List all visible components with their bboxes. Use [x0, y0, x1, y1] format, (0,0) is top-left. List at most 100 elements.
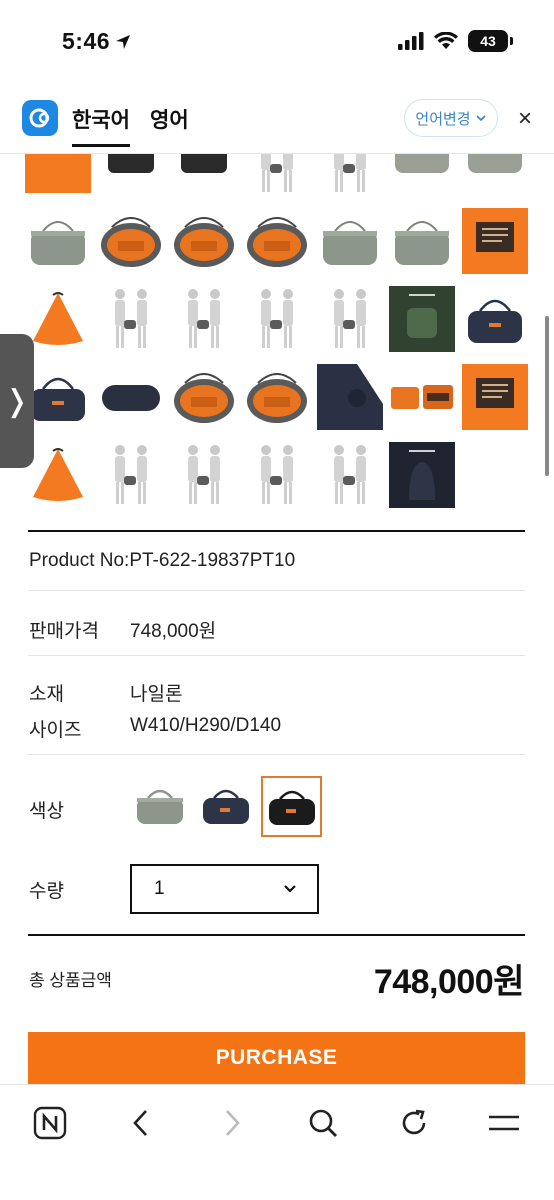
product-thumbnail[interactable]: [168, 202, 241, 280]
thumbnail-image: [317, 154, 383, 196]
color-option-gray[interactable]: [132, 778, 188, 834]
thumbnail-image: [25, 442, 91, 508]
product-thumbnail[interactable]: [95, 202, 168, 280]
battery-icon: 43: [468, 30, 513, 52]
tab-english[interactable]: 영어: [150, 104, 189, 134]
product-thumbnail[interactable]: [240, 280, 313, 358]
divider: [28, 655, 525, 656]
product-thumbnail[interactable]: [459, 280, 532, 358]
back-button[interactable]: [119, 1101, 163, 1145]
thumbnail-image: [317, 208, 383, 274]
price-label: 판매가격: [29, 621, 99, 642]
thumbnail-image: [389, 364, 455, 430]
product-thumbnail[interactable]: [240, 154, 313, 202]
thumbnail-row: [22, 358, 532, 436]
translate-logo-icon: [22, 100, 58, 136]
product-thumbnail[interactable]: [386, 358, 459, 436]
thumbnail-image: [462, 286, 528, 352]
quantity-select[interactable]: 1: [130, 864, 319, 914]
translate-bar: 한국어 영어 언어변경 ×: [0, 86, 554, 154]
color-label: 색상: [29, 801, 64, 822]
product-thumbnail[interactable]: [459, 154, 532, 202]
total-value: 748,000원: [373, 963, 525, 1001]
bag-icon: [268, 790, 315, 825]
thumbnail-image: [25, 208, 91, 274]
product-thumbnail[interactable]: [313, 202, 386, 280]
product-thumbnail[interactable]: [313, 280, 386, 358]
chevron-down-icon: [476, 115, 486, 122]
product-thumbnail[interactable]: [168, 358, 241, 436]
chevron-right-icon: ❭: [4, 384, 30, 418]
thumbnail-image: [25, 154, 92, 196]
product-thumbnail[interactable]: [240, 358, 313, 436]
product-thumbnail[interactable]: [95, 154, 168, 202]
thumbnail-image: [244, 208, 310, 274]
scroll-indicator[interactable]: [545, 316, 549, 476]
forward-button[interactable]: [210, 1101, 254, 1145]
product-thumbnail[interactable]: [240, 202, 313, 280]
product-thumbnail[interactable]: [168, 280, 241, 358]
change-language-button[interactable]: 언어변경: [404, 99, 498, 137]
bag-icon: [137, 789, 183, 824]
thumbnail-image: [462, 154, 528, 196]
divider: [28, 754, 525, 755]
thumbnail-image: [171, 442, 237, 508]
thumbnail-image: [244, 364, 310, 430]
thumbnail-image: [462, 364, 529, 430]
chevron-left-icon: [133, 1110, 147, 1136]
product-thumbnail[interactable]: [22, 154, 95, 202]
quantity-value: 1: [154, 878, 165, 899]
chevron-right-icon: [226, 1110, 240, 1136]
thumbnail-image: [316, 364, 383, 430]
thumbnail-image: [25, 286, 91, 352]
purchase-button[interactable]: PURCHASE: [28, 1032, 525, 1084]
product-thumbnail[interactable]: [240, 436, 313, 514]
product-thumbnail[interactable]: [386, 436, 459, 514]
material-value: 나일론: [130, 684, 183, 705]
product-thumbnail[interactable]: [313, 154, 386, 202]
thumbnail-image: [389, 154, 455, 196]
product-thumbnail[interactable]: [95, 358, 168, 436]
browser-toolbar: [0, 1084, 554, 1200]
product-thumbnail[interactable]: [313, 358, 386, 436]
thumbnail-image: [171, 208, 237, 274]
product-thumbnail[interactable]: [168, 436, 241, 514]
status-bar: 5:46 43: [0, 0, 554, 86]
product-thumbnail[interactable]: [459, 358, 532, 436]
product-thumbnail[interactable]: [95, 280, 168, 358]
tab-korean[interactable]: 한국어: [72, 104, 130, 147]
search-icon: [309, 1109, 337, 1137]
side-panel-tab[interactable]: ❭: [0, 334, 34, 468]
thumbnail-image: [317, 442, 383, 508]
close-button[interactable]: ×: [512, 106, 538, 132]
product-thumbnail[interactable]: [168, 154, 241, 202]
status-time: 5:46: [62, 28, 132, 55]
thumbnail-image: [317, 286, 383, 352]
product-thumbnail[interactable]: [386, 280, 459, 358]
total-label: 총 상품금액: [29, 971, 112, 990]
search-button[interactable]: [301, 1101, 345, 1145]
thumbnail-image: [244, 286, 310, 352]
material-label: 소재: [29, 684, 64, 705]
thumbnail-row: [22, 154, 532, 202]
product-thumbnail[interactable]: [95, 436, 168, 514]
bag-icon: [203, 789, 249, 824]
chevron-down-icon: [284, 885, 296, 893]
thumbnail-image: [389, 208, 455, 274]
thumbnail-image: [389, 442, 456, 508]
menu-button[interactable]: [482, 1101, 526, 1145]
thumbnail-row: [22, 436, 532, 514]
thumbnail-image: [244, 442, 310, 508]
product-thumbnail[interactable]: [386, 154, 459, 202]
product-thumbnail[interactable]: [313, 436, 386, 514]
naver-home-button[interactable]: [28, 1101, 72, 1145]
color-option-black[interactable]: [261, 776, 322, 837]
thumbnail-image: [171, 286, 237, 352]
product-thumbnail[interactable]: [459, 202, 532, 280]
thumbnail-image: [171, 364, 237, 430]
divider: [28, 934, 525, 936]
refresh-button[interactable]: [392, 1101, 436, 1145]
color-option-navy[interactable]: [198, 778, 254, 834]
product-thumbnail[interactable]: [386, 202, 459, 280]
product-thumbnail[interactable]: [22, 202, 95, 280]
